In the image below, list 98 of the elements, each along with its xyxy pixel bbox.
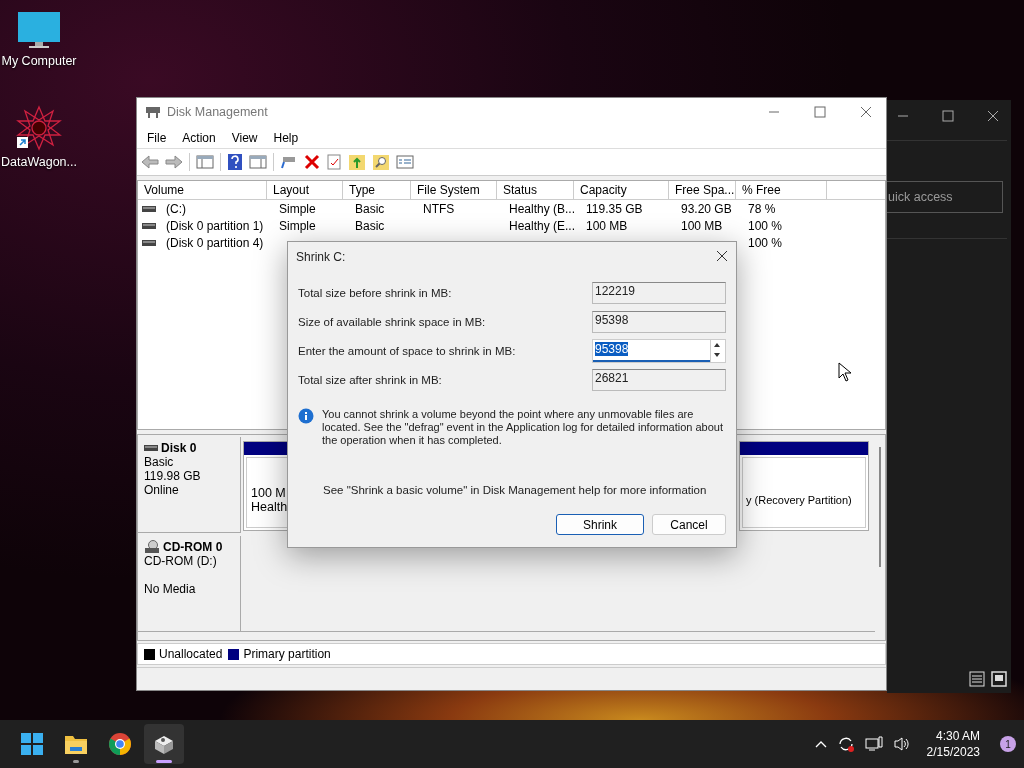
disk-size: 119.98 GB: [144, 468, 202, 483]
network-icon[interactable]: [864, 736, 883, 752]
table-cell-text: 100 %: [747, 218, 783, 233]
taskbar-app[interactable]: [144, 724, 184, 764]
table-cell-text: NTFS: [422, 201, 455, 216]
star-logo-icon[interactable]: [15, 105, 63, 151]
disk-info-panel[interactable]: Disk 0 Basic 119.98 GB Online: [138, 436, 241, 533]
menu-item[interactable]: View: [223, 130, 266, 145]
column-header[interactable]: Free Spa...: [669, 181, 736, 200]
drive-icon: [142, 222, 156, 229]
field-label: Total size after shrink in MB:: [298, 374, 442, 386]
desktop-icon-label: My Computer: [1, 54, 77, 68]
column-header[interactable]: Volume: [138, 181, 267, 200]
close-icon[interactable]: [987, 110, 999, 122]
readonly-field: 26821: [592, 369, 726, 391]
table-cell-text: 93.20 GB: [680, 201, 732, 216]
table-cell-text: Basic: [354, 201, 385, 216]
windows-logo-icon[interactable]: [21, 733, 43, 755]
field-label: Total size before shrink in MB:: [298, 287, 452, 299]
partition-label: 100 M: [251, 485, 287, 500]
column-header[interactable]: Layout: [267, 181, 343, 200]
table-cell-text: 78 %: [747, 201, 776, 216]
cd-drive-icon: [144, 539, 160, 554]
disk-name: Disk 0: [161, 440, 197, 455]
table-cell-text: Healthy (E...: [508, 218, 576, 233]
disk-status: No Media: [144, 581, 197, 596]
checklist-icon[interactable]: [326, 154, 342, 171]
desktop-icon-label: DataWagon...: [1, 155, 77, 169]
number-spinner[interactable]: 95398: [592, 339, 726, 363]
table-cell-text: (Disk 0 partition 1): [165, 218, 264, 233]
drive-icon: [144, 444, 158, 451]
dialog-title: Shrink C:: [296, 250, 346, 264]
readonly-field: 122219: [592, 282, 726, 304]
disk-type: Basic: [144, 454, 175, 469]
mouse-cursor-icon: [838, 362, 852, 382]
monitor-icon[interactable]: [17, 10, 61, 50]
table-cell-text: Basic: [354, 218, 385, 233]
partition-block[interactable]: y (Recovery Partition): [739, 440, 869, 531]
drive-icon: [142, 239, 156, 246]
tiles-view-icon[interactable]: [991, 671, 1007, 687]
table-cell-text: 100 MB: [680, 218, 723, 233]
clock-time[interactable]: 4:30 AM: [935, 728, 980, 744]
partition-label: Health: [251, 499, 289, 514]
column-header[interactable]: File System: [411, 181, 497, 200]
disk-type: CD-ROM (D:): [144, 553, 218, 568]
notification-badge[interactable]: 1: [1000, 736, 1016, 752]
folder-search-icon[interactable]: [372, 153, 390, 172]
clock-date[interactable]: 2/15/2023: [926, 744, 980, 760]
table-cell-text: 100 MB: [585, 218, 628, 233]
column-header[interactable]: Capacity: [574, 181, 669, 200]
partition-label: y (Recovery Partition): [746, 493, 853, 506]
column-header[interactable]: % Free: [736, 181, 827, 200]
back-icon[interactable]: [141, 154, 159, 171]
info-icon: [298, 408, 314, 424]
table-cell-text: Healthy (B...: [508, 201, 576, 216]
disk-status: Online: [144, 482, 180, 497]
column-header[interactable]: Type: [343, 181, 411, 200]
legend-label: Unallocated: [159, 647, 223, 662]
sync-icon[interactable]: [836, 735, 855, 753]
help-icon[interactable]: [227, 153, 243, 172]
folder-icon[interactable]: [64, 733, 88, 755]
details-view-icon[interactable]: [969, 671, 985, 687]
close-icon[interactable]: [860, 106, 872, 119]
info-message: You cannot shrink a volume beyond the point where any unmovable files are located. See the "defrag" event in the Application log for detailed information about the operation when it has completed.: [322, 408, 725, 447]
disk-name: CD-ROM 0: [163, 539, 223, 554]
folder-up-icon[interactable]: [348, 153, 366, 172]
disk-drive-icon: [145, 105, 161, 120]
table-cell-text: 100 %: [747, 235, 783, 250]
maximize-icon[interactable]: [942, 110, 954, 122]
shrink-button[interactable]: Shrink: [556, 514, 644, 535]
menu-item[interactable]: Action: [174, 130, 224, 145]
help-text: See "Shrink a basic volume" in Disk Management help for more information: [323, 484, 708, 496]
forward-icon[interactable]: [165, 154, 183, 171]
delete-icon[interactable]: [304, 154, 320, 171]
window-title: Disk Management: [167, 105, 268, 120]
chevron-up-icon[interactable]: [814, 740, 827, 748]
scrollbar-thumb[interactable]: [879, 446, 881, 567]
table-cell-text: 119.35 GB: [585, 201, 643, 216]
field-label: Size of available shrink space in MB:: [298, 316, 486, 328]
table-cell-text: (Disk 0 partition 4): [165, 235, 264, 250]
table-cell-text: Simple: [278, 218, 316, 233]
table-cell-text: Simple: [278, 201, 316, 216]
maximize-icon[interactable]: [814, 106, 826, 119]
volume-icon[interactable]: [892, 736, 911, 752]
table-cell-text: (C:): [165, 201, 186, 216]
legend-label: Primary partition: [243, 647, 331, 662]
drive-icon: [142, 205, 156, 212]
column-header[interactable]: Status: [497, 181, 574, 200]
close-icon[interactable]: [716, 249, 728, 262]
disk-drive-icon[interactable]: [152, 733, 176, 755]
menu-item[interactable]: Help: [265, 130, 307, 145]
disk-info-panel[interactable]: CD-ROM 0 CD-ROM (D:) No Media: [138, 535, 241, 632]
readonly-field: 95398: [592, 311, 726, 333]
field-label: Enter the amount of space to shrink in MB:: [298, 345, 516, 357]
browser-icon[interactable]: [108, 732, 132, 756]
cancel-button[interactable]: Cancel: [652, 514, 726, 535]
menu-item[interactable]: File: [139, 130, 175, 145]
connect-icon[interactable]: [280, 154, 298, 171]
